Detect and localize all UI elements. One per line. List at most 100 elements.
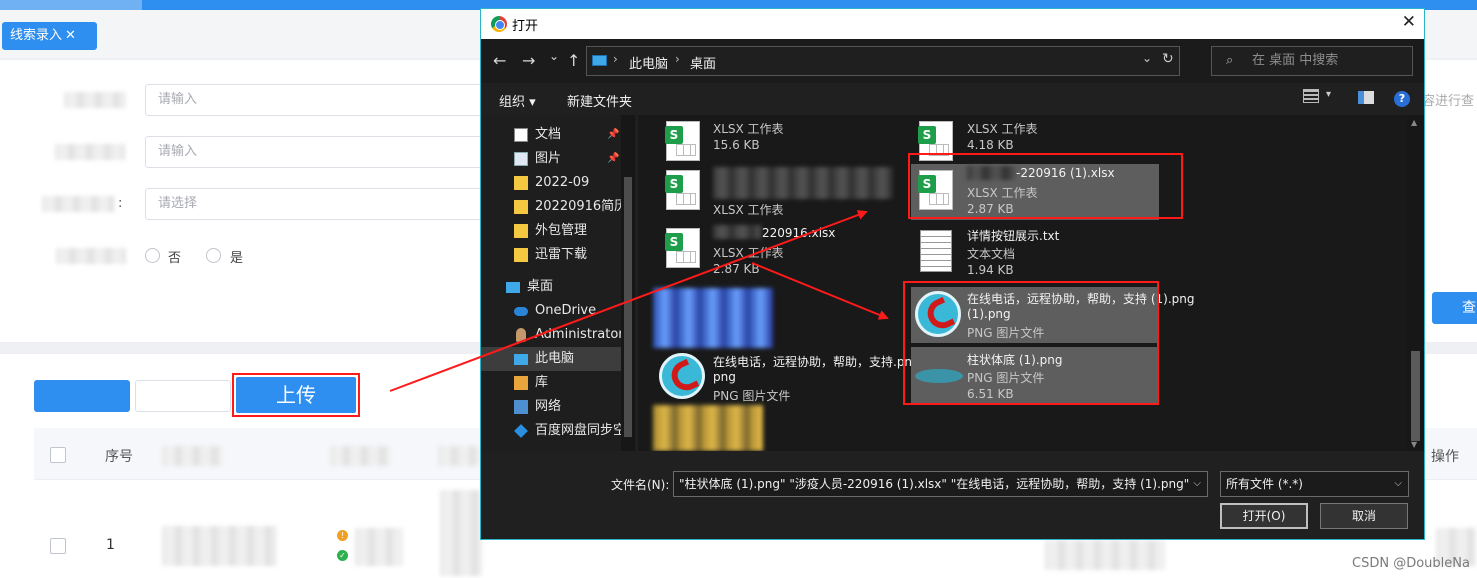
recent-dropdown-icon[interactable]: ⌄	[549, 49, 559, 63]
navigation-pane: 文档 📌 图片 📌 2022-09 20220916简历 外包管理 迅雷下载 桌…	[481, 115, 636, 451]
filter-value: 所有文件 (*.*)	[1226, 477, 1303, 491]
blurred-header	[438, 446, 480, 466]
nav-item-baidu-sync[interactable]: 百度网盘同步空间	[481, 419, 621, 443]
network-icon	[514, 400, 528, 414]
pin-icon[interactable]: 📌	[607, 123, 619, 147]
scroll-down-icon[interactable]: ▼	[1411, 440, 1417, 449]
dialog-navbar: ← → ⌄ ↑ › 此电脑 › 桌面 ⌄ ↻ ⌕ 在 桌面 中搜索	[481, 39, 1424, 83]
open-button[interactable]: 打开(O)	[1220, 503, 1308, 529]
annotation-box-png	[903, 281, 1159, 405]
xlsx-file-icon: S	[665, 228, 700, 268]
scroll-up-icon[interactable]: ▲	[1411, 118, 1417, 127]
file-type: XLSX 工作表	[713, 122, 784, 136]
nav-label: Administrator	[535, 327, 621, 342]
file-list-scrollbar[interactable]: ▲ ▼	[1407, 115, 1424, 451]
upload-button[interactable]: 上传	[236, 377, 356, 413]
preview-pane-icon[interactable]	[1358, 91, 1374, 104]
nav-item-network[interactable]: 网络	[481, 395, 621, 419]
scrollbar-thumb[interactable]	[624, 177, 632, 437]
scrollbar-thumb[interactable]	[1411, 351, 1420, 441]
nav-item-folder-xunlei[interactable]: 迅雷下载	[481, 243, 621, 267]
nav-item-this-pc[interactable]: 此电脑	[481, 347, 621, 371]
forward-arrow-icon[interactable]: →	[522, 51, 535, 70]
radio-yes[interactable]	[206, 248, 221, 263]
file-name-wrap: png	[713, 370, 736, 384]
folder-icon	[514, 224, 528, 238]
nav-label: 桌面	[527, 279, 554, 294]
address-bar[interactable]: › 此电脑 › 桌面 ⌄ ↻	[586, 46, 1180, 76]
chevron-down-icon[interactable]: ⌵	[1193, 472, 1201, 496]
organize-menu[interactable]: 组织 ▾	[499, 91, 536, 110]
nav-item-library[interactable]: 库	[481, 371, 621, 395]
text-input-2[interactable]: 请输入	[145, 136, 485, 168]
filename-input[interactable]: "柱状体底 (1).png" "涉疫人员-220916 (1).xlsx" "在…	[673, 471, 1208, 497]
radio-no-label: 否	[168, 251, 182, 266]
file-item-phone-png[interactable]: 在线电话，远程协助，帮助，支持.png png PNG 图片文件	[658, 351, 920, 405]
warning-icon: !	[337, 530, 348, 541]
nav-label: 外包管理	[535, 223, 588, 238]
search-input[interactable]: ⌕ 在 桌面 中搜索	[1211, 46, 1413, 76]
breadcrumb-this-pc[interactable]: 此电脑	[629, 53, 668, 72]
view-options-icon[interactable]	[1303, 89, 1319, 103]
nav-item-folder-resume[interactable]: 20220916简历	[481, 195, 621, 219]
chevron-down-icon[interactable]: ⌵	[1394, 472, 1402, 496]
nav-label: 库	[535, 375, 549, 390]
nav-scrollbar[interactable]	[621, 115, 635, 451]
close-icon[interactable]: ✕	[1402, 12, 1416, 32]
help-icon[interactable]: ?	[1394, 91, 1410, 107]
refresh-icon[interactable]: ↻	[1162, 51, 1174, 67]
nav-item-desktop[interactable]: 桌面	[481, 275, 621, 299]
cancel-button[interactable]: 取消	[1320, 503, 1408, 529]
desktop-icon	[506, 282, 520, 293]
file-size: 1.94 KB	[967, 263, 1014, 277]
up-arrow-icon[interactable]: ↑	[567, 51, 580, 70]
file-name: 在线电话，远程协助，帮助，支持.png	[713, 355, 920, 369]
filename-value: "柱状体底 (1).png" "涉疫人员-220916 (1).xlsx" "在…	[679, 477, 1190, 491]
dialog-toolbar: 组织 ▾ 新建文件夹 ▾ ?	[481, 83, 1424, 115]
file-type: XLSX 工作表	[967, 122, 1038, 136]
blurred-cell	[162, 526, 277, 566]
label-colon: :	[118, 196, 123, 211]
blurred-filename	[713, 167, 893, 199]
nav-item-documents[interactable]: 文档 📌	[481, 123, 621, 147]
nav-item-onedrive[interactable]: OneDrive	[481, 299, 621, 323]
tab-label: 线索录入	[10, 28, 63, 43]
file-name: 详情按钮展示.txt	[967, 229, 1060, 243]
close-icon[interactable]: ✕	[65, 28, 76, 43]
file-type-filter[interactable]: 所有文件 (*.*) ⌵	[1220, 471, 1409, 497]
check-icon: ✓	[337, 550, 348, 561]
view-dropdown-icon[interactable]: ▾	[1326, 89, 1331, 100]
blurred-filename	[713, 225, 761, 239]
phone-image-icon	[659, 353, 705, 399]
blurred-primary-button[interactable]	[34, 380, 130, 412]
nav-item-pictures[interactable]: 图片 📌	[481, 147, 621, 171]
text-input-1[interactable]: 请输入	[145, 84, 485, 116]
dialog-titlebar: 打开 ✕	[481, 9, 1424, 39]
radio-no[interactable]	[145, 248, 160, 263]
search-button[interactable]: 查	[1432, 292, 1477, 324]
file-item-xlsx-3[interactable]: S 220916.xlsx XLSX 工作表 2.87 KB	[658, 223, 898, 277]
file-item-xlsx-1[interactable]: S XLSX 工作表 15.6 KB	[658, 115, 878, 169]
file-item-xlsx-2[interactable]: S XLSX 工作表	[658, 165, 898, 219]
watermark: CSDN @DoubleNa	[1352, 556, 1470, 571]
file-item-txt[interactable]: 详情按钮展示.txt 文本文档 1.94 KB	[911, 225, 1151, 279]
blurred-file-item	[653, 288, 773, 348]
cloud-icon	[514, 307, 528, 316]
select-input[interactable]: 请选择	[145, 188, 485, 220]
file-open-dialog: 打开 ✕ ← → ⌄ ↑ › 此电脑 › 桌面 ⌄ ↻ ⌕ 在 桌面 中搜索 组…	[480, 8, 1425, 540]
nav-item-administrator[interactable]: Administrator	[481, 323, 621, 347]
nav-item-folder-2022-09[interactable]: 2022-09	[481, 171, 621, 195]
blurred-secondary-button[interactable]	[135, 380, 231, 412]
new-folder-button[interactable]: 新建文件夹	[567, 91, 632, 110]
chrome-icon	[491, 16, 507, 32]
nav-item-folder-outsourcing[interactable]: 外包管理	[481, 219, 621, 243]
pin-icon[interactable]: 📌	[607, 147, 619, 171]
row-checkbox[interactable]	[50, 538, 66, 554]
tab-clue-entry[interactable]: 线索录入 ✕	[2, 22, 97, 50]
back-arrow-icon[interactable]: ←	[493, 51, 506, 70]
nav-label: 迅雷下载	[535, 247, 588, 262]
address-dropdown-icon[interactable]: ⌄	[1142, 51, 1152, 65]
text-file-icon	[920, 230, 952, 272]
breadcrumb-desktop[interactable]: 桌面	[690, 53, 716, 72]
select-all-checkbox[interactable]	[50, 447, 66, 463]
